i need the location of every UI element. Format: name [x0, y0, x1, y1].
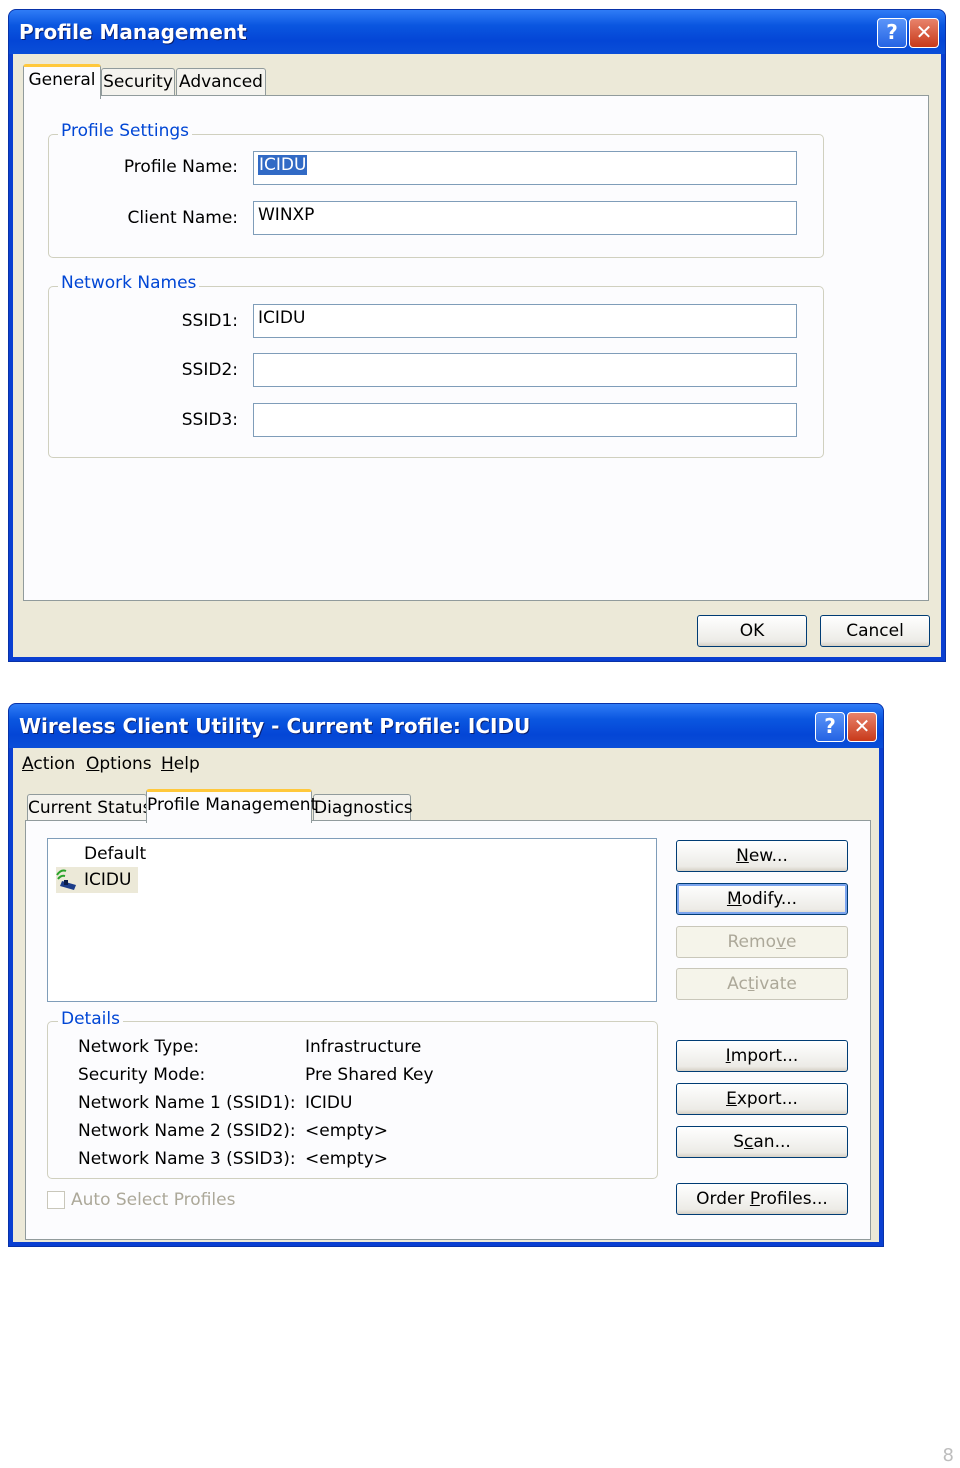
tab-label: General [28, 70, 96, 90]
window-body: Action Options Help Current Status Profi… [13, 748, 879, 1242]
profile-list[interactable]: Default ICIDU [47, 838, 657, 1002]
detail-label: Network Name 1 (SSID1): [78, 1093, 296, 1113]
ok-button[interactable]: OK [697, 615, 807, 647]
ssid2-label: SSID2: [181, 360, 238, 380]
help-icon[interactable]: ? [815, 712, 845, 742]
profile-management-panel: Default ICIDU Details Network Type: Infr… [25, 820, 871, 1240]
remove-button[interactable]: Remove [676, 926, 848, 958]
tab-current-status[interactable]: Current Status [27, 794, 151, 821]
detail-label: Network Name 2 (SSID2): [78, 1121, 296, 1141]
client-name-label: Client Name: [127, 208, 239, 228]
profile-name-label: Profile Name: [123, 157, 238, 177]
ssid3-label: SSID3: [181, 410, 238, 430]
tab-label: Diagnostics [314, 798, 413, 818]
profile-settings-legend: Profile Settings [58, 121, 192, 141]
detail-label: Security Mode: [78, 1065, 206, 1085]
window-title: Profile Management [19, 20, 247, 44]
profile-name-value: ICIDU [258, 155, 308, 175]
list-item-active[interactable]: ICIDU [56, 867, 138, 893]
dialog-body: General Security Advanced Profile Settin… [13, 54, 941, 657]
new-button[interactable]: New... [676, 840, 848, 872]
window-title: Wireless Client Utility - Current Profil… [19, 714, 531, 738]
active-profile-icon [56, 869, 76, 890]
tab-advanced[interactable]: Advanced [176, 68, 266, 97]
profile-name: ICIDU [84, 870, 132, 890]
activate-button[interactable]: Activate [676, 968, 848, 1000]
import-button[interactable]: Import... [676, 1040, 848, 1072]
general-tab-panel: Profile Settings Profile Name: ICIDU Cli… [23, 95, 929, 601]
modify-button[interactable]: Modify... [676, 883, 848, 915]
export-button[interactable]: Export... [676, 1083, 848, 1115]
details-legend: Details [58, 1009, 123, 1029]
tab-general[interactable]: General [23, 64, 101, 99]
network-names-legend: Network Names [58, 273, 200, 293]
list-item[interactable]: Default [84, 844, 146, 864]
tab-diagnostics[interactable]: Diagnostics [313, 794, 413, 821]
tab-label: Profile Management [147, 795, 318, 815]
close-icon[interactable]: ✕ [847, 712, 877, 742]
tab-security[interactable]: Security [101, 68, 175, 97]
detail-label: Network Name 3 (SSID3): [78, 1149, 296, 1169]
title-bar[interactable]: Profile Management ? ✕ [9, 10, 945, 54]
ssid1-input[interactable]: ICIDU [253, 304, 797, 338]
menu-options[interactable]: Options [86, 754, 152, 774]
ssid2-input[interactable] [253, 353, 797, 387]
profile-management-dialog: Profile Management ? ✕ General Security … [8, 9, 946, 662]
client-name-input[interactable]: WINXP [253, 201, 797, 235]
cancel-button[interactable]: Cancel [820, 615, 930, 647]
order-profiles-button[interactable]: Order Profiles... [676, 1183, 848, 1215]
detail-label: Network Type: [78, 1037, 200, 1057]
detail-value: Infrastructure [305, 1037, 422, 1057]
profile-name: Default [84, 844, 147, 864]
menu-help[interactable]: Help [161, 754, 200, 774]
page-number: 8 [942, 1445, 954, 1466]
auto-select-label: Auto Select Profiles [71, 1190, 236, 1210]
profile-name-input[interactable]: ICIDU [253, 151, 797, 185]
detail-value: <empty> [305, 1121, 389, 1141]
close-icon[interactable]: ✕ [909, 18, 939, 48]
tab-label: Current Status [28, 798, 152, 818]
tab-profile-management[interactable]: Profile Management [146, 789, 317, 823]
help-icon[interactable]: ? [877, 18, 907, 48]
scan-button[interactable]: Scan... [676, 1126, 848, 1158]
tab-label: Security [103, 72, 173, 92]
detail-value: <empty> [305, 1149, 389, 1169]
menu-action[interactable]: Action [22, 754, 75, 774]
title-bar[interactable]: Wireless Client Utility - Current Profil… [9, 704, 883, 748]
tab-label: Advanced [179, 72, 263, 92]
auto-select-checkbox[interactable] [47, 1191, 65, 1209]
detail-value: ICIDU [305, 1093, 353, 1113]
wireless-client-utility-window: Wireless Client Utility - Current Profil… [8, 703, 884, 1247]
ssid1-label: SSID1: [181, 311, 238, 331]
detail-value: Pre Shared Key [305, 1065, 434, 1085]
ssid3-input[interactable] [253, 403, 797, 437]
